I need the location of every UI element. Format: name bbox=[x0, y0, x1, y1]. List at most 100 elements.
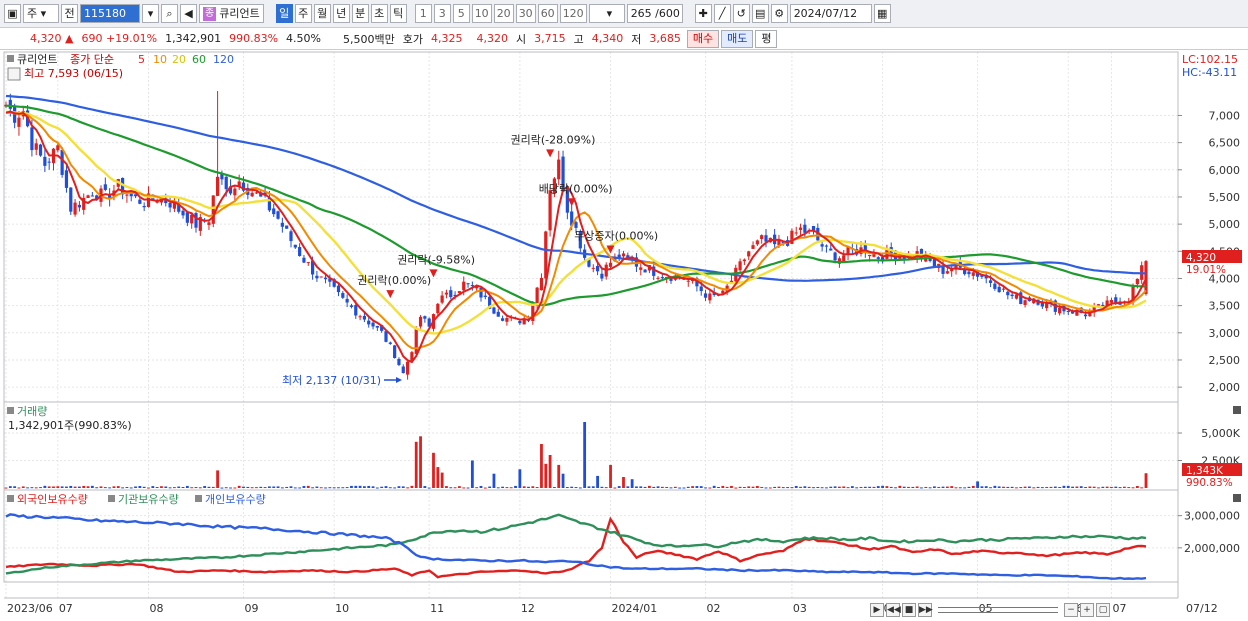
fast-forward-icon[interactable]: ▶▶ bbox=[918, 603, 933, 617]
volume-bar bbox=[367, 485, 371, 488]
buy-button[interactable]: 매수 bbox=[686, 29, 720, 48]
settings-icon[interactable]: ⚙ bbox=[770, 4, 788, 23]
volume-bar bbox=[928, 487, 932, 489]
interval-30-button[interactable]: 30 bbox=[515, 4, 536, 23]
candle-body bbox=[354, 305, 358, 316]
calendar-icon[interactable]: ▦ bbox=[873, 4, 891, 23]
grid-toggle-icon[interactable] bbox=[7, 67, 21, 81]
crosshair-icon[interactable]: ✚ bbox=[694, 4, 712, 23]
speaker-icon[interactable]: ◀ bbox=[180, 4, 197, 23]
period-week-button[interactable]: 주 bbox=[294, 4, 312, 23]
interval-20-button[interactable]: 20 bbox=[493, 4, 514, 23]
legend-ma10: 10 bbox=[153, 53, 167, 66]
candle-body bbox=[656, 277, 660, 279]
candle-body bbox=[449, 290, 453, 298]
volume-bar bbox=[255, 487, 258, 489]
volume-pane-close-icon[interactable] bbox=[1233, 406, 1241, 414]
volume-bar bbox=[777, 486, 781, 488]
volume-bar bbox=[142, 486, 146, 488]
candle-body bbox=[440, 295, 444, 303]
interval-120-button[interactable]: 120 bbox=[559, 4, 587, 23]
zoom-slider[interactable] bbox=[938, 607, 1058, 613]
volume-bar bbox=[725, 486, 729, 488]
custom-interval-select[interactable]: ▾ bbox=[588, 4, 625, 23]
interval-10-button[interactable]: 10 bbox=[471, 4, 492, 23]
volume-bar bbox=[168, 487, 172, 489]
interval-1-button[interactable]: 1 bbox=[414, 4, 432, 23]
legend-ma-label: 종가 단순 bbox=[70, 53, 114, 66]
volume-value: 1,342,901 bbox=[165, 32, 222, 45]
volume-bar bbox=[945, 486, 949, 488]
draw-line-icon[interactable]: ╱ bbox=[713, 4, 731, 23]
save-icon[interactable]: ▤ bbox=[751, 4, 769, 23]
volume-bar bbox=[989, 487, 992, 489]
prev-button[interactable]: 전 bbox=[61, 4, 78, 23]
volume-bar bbox=[82, 485, 86, 488]
volume-bar bbox=[656, 486, 660, 488]
search-icon[interactable]: ⌕ bbox=[161, 4, 178, 23]
volume-bar bbox=[695, 486, 699, 488]
volume-bar bbox=[993, 485, 997, 488]
volume-bar bbox=[440, 472, 444, 488]
stock-code-input[interactable]: 115180 bbox=[80, 4, 140, 23]
period-type-select[interactable]: 주 ▾ bbox=[23, 4, 59, 23]
interval-5-button[interactable]: 5 bbox=[452, 4, 470, 23]
volume-bar bbox=[43, 485, 47, 488]
period-year-button[interactable]: 년 bbox=[332, 4, 350, 23]
period-day-button[interactable]: 일 bbox=[275, 4, 293, 23]
rewind-icon[interactable]: ◀◀ bbox=[886, 603, 901, 617]
code-dropdown-icon[interactable]: ▾ bbox=[142, 4, 159, 23]
zoom-out-icon[interactable]: − bbox=[1064, 603, 1078, 617]
sell-button[interactable]: 매도 bbox=[721, 29, 754, 48]
x-label-1: 07 bbox=[59, 602, 73, 615]
price-y-label-0: 7,000 bbox=[1209, 109, 1241, 122]
volume-bar bbox=[259, 486, 263, 488]
chart-area[interactable]: 7,0006,5006,0005,5005,0004,5004,0003,500… bbox=[0, 50, 1248, 621]
period-tick-button[interactable]: 틱 bbox=[389, 4, 407, 23]
candle-body bbox=[298, 247, 302, 256]
stock-name-box[interactable]: 종 큐리언트 bbox=[199, 4, 264, 23]
volume-bar bbox=[565, 487, 569, 489]
volume-bar bbox=[298, 487, 302, 489]
volume-bar bbox=[876, 486, 880, 488]
candle-body bbox=[967, 271, 971, 275]
volume-bar bbox=[138, 486, 142, 488]
eval-button[interactable]: 평 bbox=[755, 29, 778, 48]
window-icon[interactable]: ▣ bbox=[4, 4, 21, 23]
candle-body bbox=[738, 261, 742, 271]
candle-body bbox=[436, 303, 440, 314]
holding-pane-close-icon[interactable] bbox=[1233, 494, 1241, 502]
volume-bar bbox=[743, 487, 746, 489]
fit-icon[interactable]: ▢ bbox=[1096, 603, 1110, 617]
volume-bar bbox=[1066, 485, 1070, 488]
period-month-button[interactable]: 월 bbox=[313, 4, 331, 23]
stop-icon[interactable]: ■ bbox=[902, 603, 916, 617]
candle-body bbox=[142, 205, 146, 208]
volume-bar bbox=[427, 487, 431, 489]
price-chart-svg[interactable]: 7,0006,5006,0005,5005,0004,5004,0003,500… bbox=[0, 50, 1248, 621]
volume-bar bbox=[807, 486, 811, 488]
volume-bar bbox=[958, 487, 962, 489]
volume-bar bbox=[108, 487, 112, 489]
period-second-button[interactable]: 초 bbox=[370, 4, 388, 23]
volume-bar bbox=[630, 479, 634, 488]
data-count-input[interactable]: 265 /600 bbox=[626, 4, 683, 23]
turnover-rate: 4.50% bbox=[286, 32, 321, 45]
interval-3-button[interactable]: 3 bbox=[433, 4, 451, 23]
reset-icon[interactable]: ↺ bbox=[732, 4, 750, 23]
volume-bar bbox=[907, 486, 910, 488]
volume-bar bbox=[198, 487, 202, 489]
volume-bar bbox=[1114, 486, 1118, 488]
interval-60-button[interactable]: 60 bbox=[537, 4, 558, 23]
date-input[interactable]: 2024/07/12 bbox=[789, 4, 872, 23]
volume-bar bbox=[613, 487, 617, 489]
holding-legend-icon-3 bbox=[195, 495, 202, 502]
volume-bar bbox=[531, 486, 535, 488]
candle-body bbox=[168, 202, 172, 208]
scroll-right-icon[interactable]: ▶ bbox=[870, 603, 884, 617]
candle-body bbox=[181, 210, 185, 216]
period-minute-button[interactable]: 분 bbox=[351, 4, 369, 23]
volume-bar bbox=[160, 486, 163, 488]
zoom-in-icon[interactable]: + bbox=[1080, 603, 1094, 617]
volume-bar bbox=[617, 486, 621, 488]
